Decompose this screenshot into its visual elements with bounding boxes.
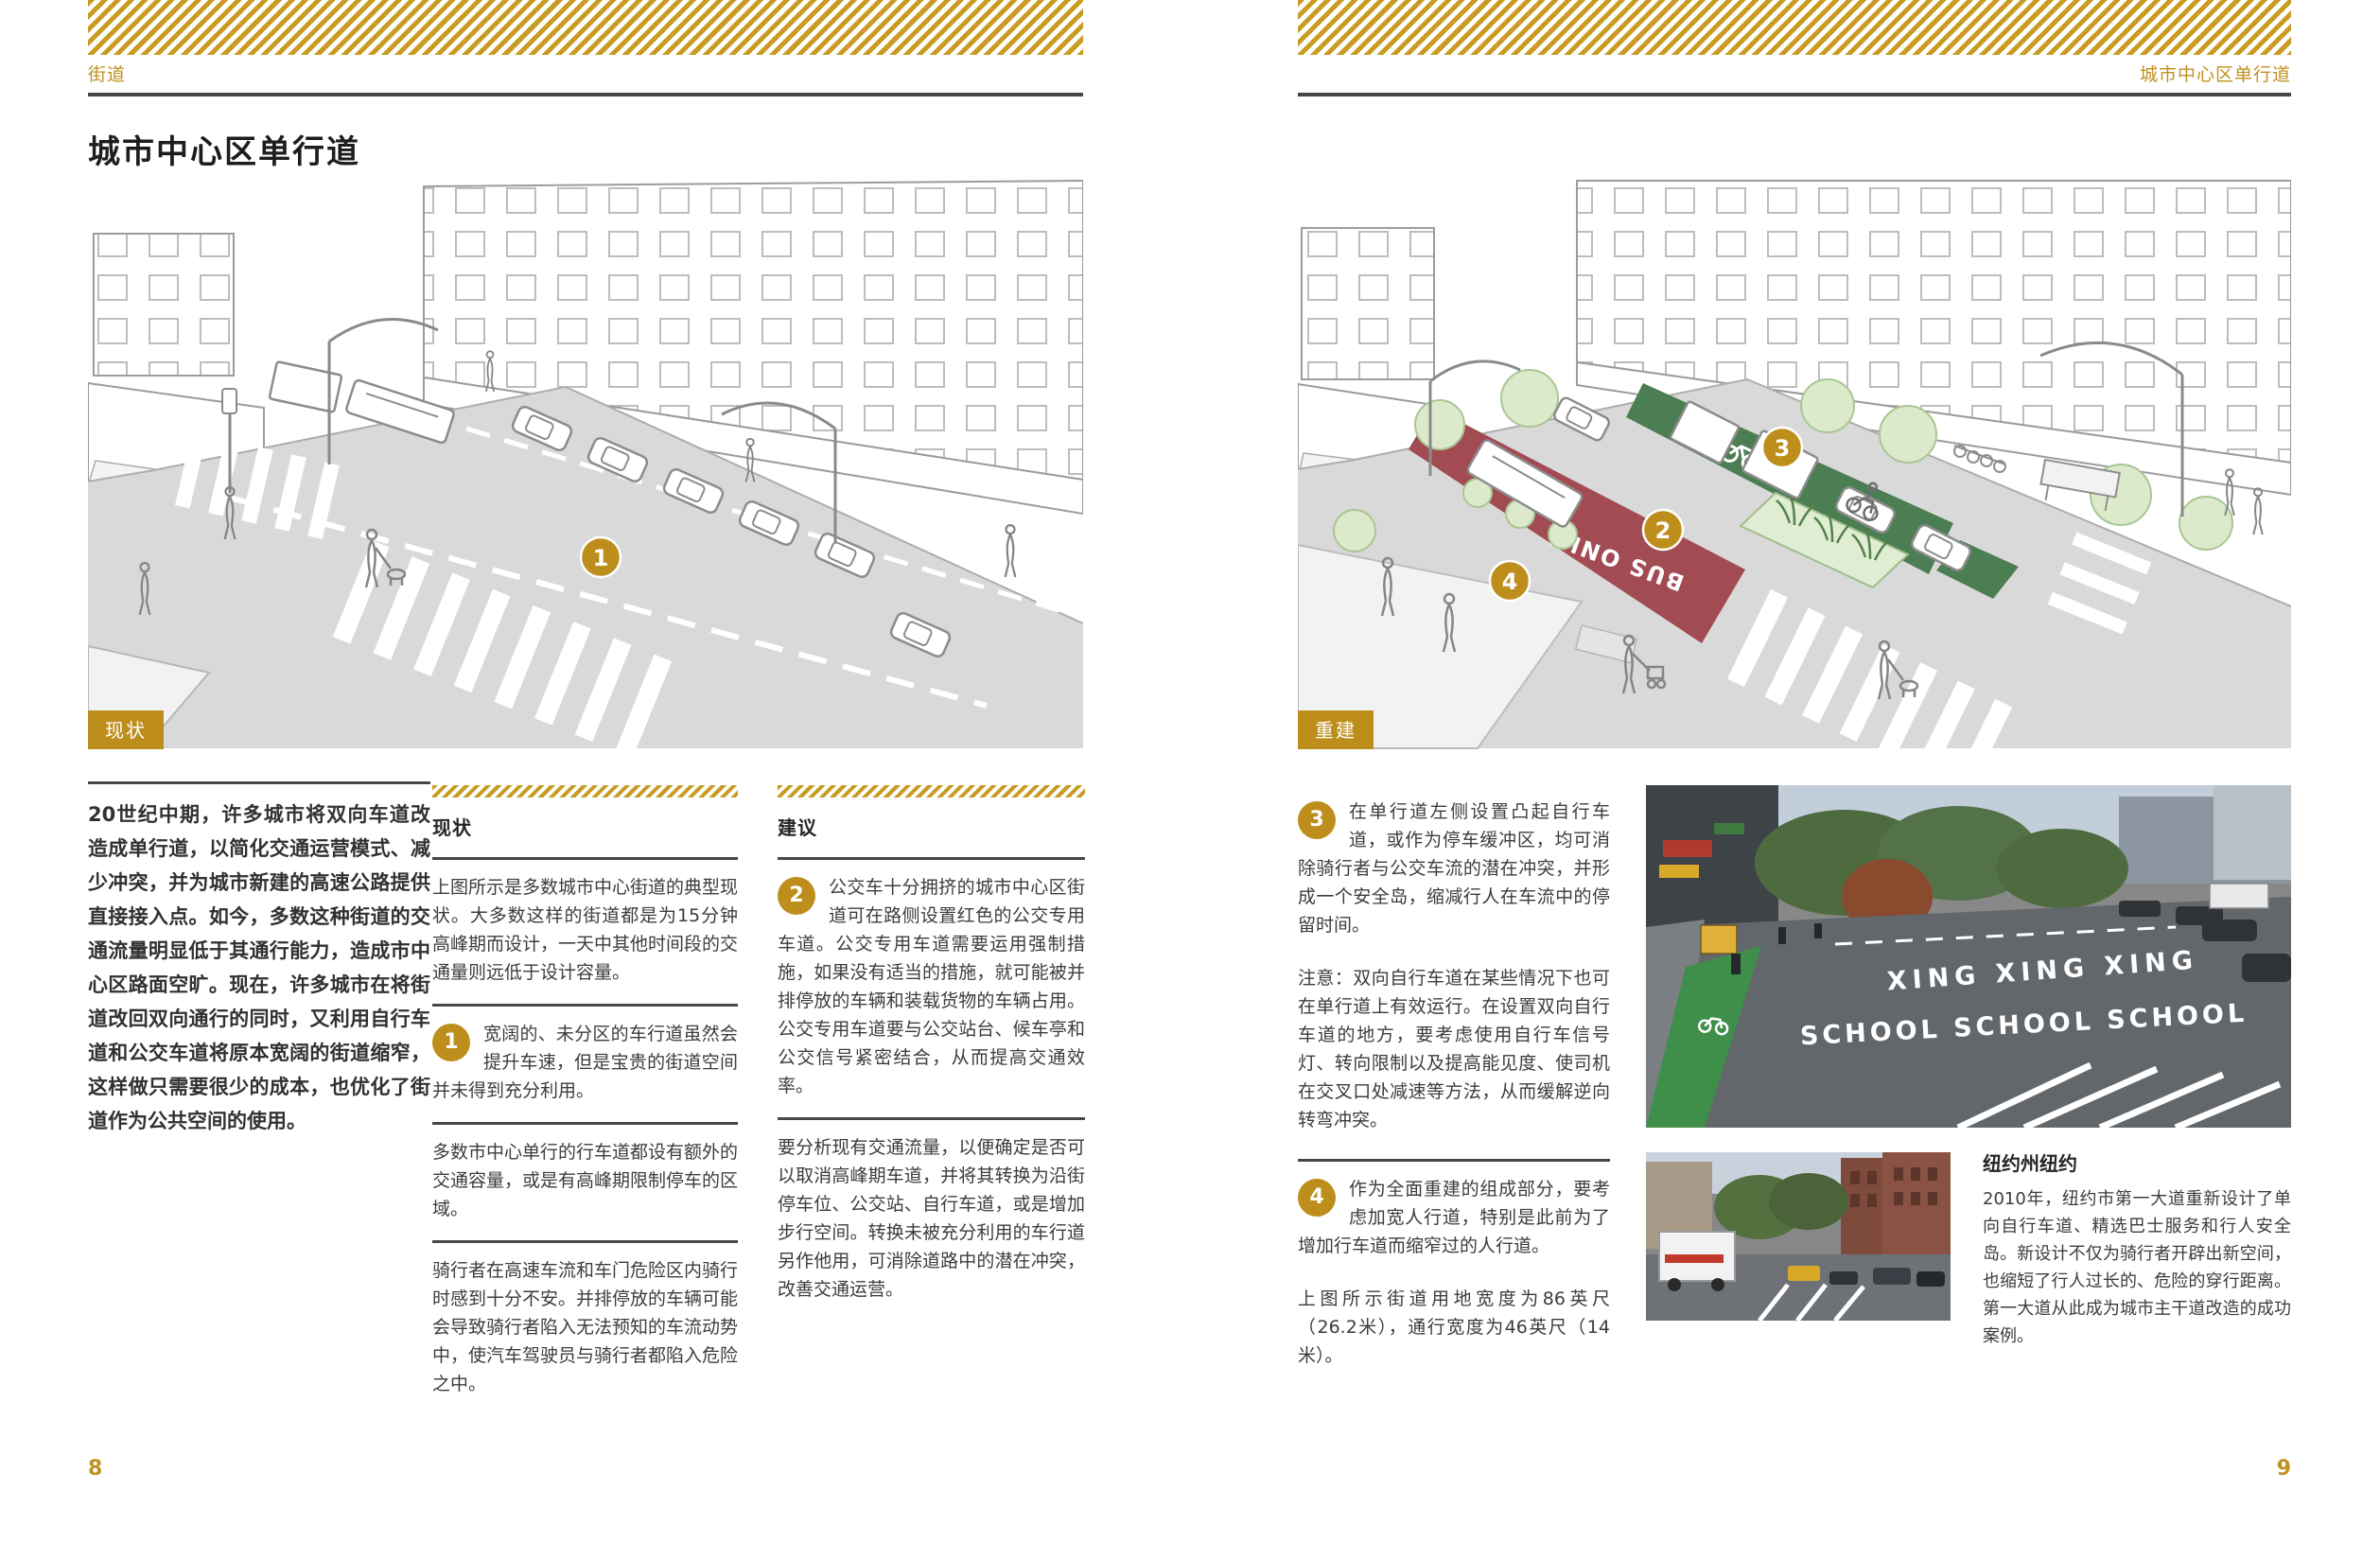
- vendor-cart: [1701, 925, 1737, 954]
- hatch-bar: [778, 785, 1085, 797]
- case-study-text: 2010年，纽约市第一大道重新设计了单向自行车道、精选巴士服务和行人安全岛。新设…: [1983, 1185, 2291, 1350]
- callout-marker-4: 4: [1490, 561, 1530, 601]
- case-study-caption: 纽约州纽约 2010年，纽约市第一大道重新设计了单向自行车道、精选巴士服务和行人…: [1983, 1148, 2291, 1350]
- guide-spread: 街道 城市中心区单行道 城市中心区单行道: [0, 0, 2380, 1542]
- recommendation-p2: 要分析现有交通流量，以便确定是否可以取消高峰期车道，并将其转换为沿街停车位、公交…: [778, 1133, 1085, 1304]
- redesign-illustration: BUS ONLY: [1298, 180, 2291, 749]
- hatch-bar: [432, 785, 738, 797]
- figure-redesign: BUS ONLY: [1298, 180, 2291, 749]
- recommendation-column: 建议 2公交车十分拥挤的城市中心区街道可在路侧设置红色的公交专用车道。公交专用车…: [778, 785, 1085, 1304]
- figure-tag-redesign: 重建: [1298, 710, 1374, 749]
- item-2-badge: 2: [778, 877, 815, 915]
- recommendation-item-2: 2公交车十分拥挤的城市中心区街道可在路侧设置红色的公交专用车道。公交专用车道需要…: [778, 873, 1085, 1100]
- taxi: [1788, 1266, 1820, 1281]
- redesign-item-4: 4作为全面重建的组成部分，要考虑加宽人行道，特别是此前为了增加行车道而缩窄过的人…: [1298, 1175, 1610, 1260]
- case-study-heading: 纽约州纽约: [1983, 1148, 2291, 1176]
- existing-p3: 骑行者在高速车流和车门危险区内骑行时感到十分不安。并排停放的车辆可能会导致骑行者…: [432, 1256, 738, 1398]
- header-rule-right: [1298, 93, 2291, 96]
- svg-text:4: 4: [1502, 569, 1518, 595]
- existing-p2: 多数市中心单行的行车道都设有额外的交通容量，或是有高峰期限制停车的区域。: [432, 1138, 738, 1223]
- existing-p1: 上图所示是多数城市中心街道的典型现状。大多数这样的街道都是为15分钟高峰期而设计…: [432, 873, 738, 987]
- striped-band-left: [88, 0, 1083, 55]
- page-number-right: 9: [1298, 1457, 2291, 1481]
- running-header-right: 城市中心区单行道: [1298, 61, 2291, 86]
- running-header-left: 街道: [88, 61, 126, 86]
- callout-marker-2: 2: [1643, 510, 1683, 550]
- svg-text:2: 2: [1655, 517, 1671, 544]
- callout-marker-3: 3: [1762, 428, 1802, 467]
- traffic-signal: [222, 389, 236, 413]
- existing-conditions-illustration: 1: [88, 180, 1083, 749]
- existing-heading: 现状: [432, 813, 738, 840]
- figure-existing-conditions: 1 现状: [88, 180, 1083, 749]
- svg-text:3: 3: [1775, 435, 1791, 462]
- intro-paragraph: 20世纪中期，许多城市将双向车道改造成单行道，以简化交通运营模式、减少冲突，并为…: [88, 797, 430, 1138]
- redesign-column: 3在单行道左侧设置凸起自行车道，或作为停车缓冲区，均可消除骑行者与公交车流的潜在…: [1298, 797, 1610, 1370]
- svg-text:1: 1: [593, 545, 609, 571]
- existing-item-1: 1宽阔的、未分区的车行道虽然会提升车速，但是宝贵的街道空间并未得到充分利用。: [432, 1020, 738, 1105]
- item-1-badge: 1: [432, 1024, 470, 1061]
- case-study-photo-first-avenue: XING XING XING SCHOOL SCHOOL SCHOOL: [1646, 785, 2291, 1128]
- item-3-badge: 3: [1298, 801, 1336, 839]
- page-number-left: 8: [88, 1457, 102, 1481]
- figure-tag-existing: 现状: [88, 710, 164, 749]
- striped-band-right: [1298, 0, 2291, 55]
- dimensions-paragraph: 上图所示街道用地宽度为86英尺（26.2米），通行宽度为46英尺（14米）。: [1298, 1285, 1610, 1370]
- callout-marker-1: 1: [581, 537, 621, 577]
- existing-column: 现状 上图所示是多数城市中心街道的典型现状。大多数这样的街道都是为15分钟高峰期…: [432, 785, 738, 1398]
- redesign-note: 注意：双向自行车道在某些情况下也可在单行道上有效运行。在设置双向自行车道的地方，…: [1298, 964, 1610, 1134]
- intro-column: 20世纪中期，许多城市将双向车道改造成单行道，以简化交通运营模式、减少冲突，并为…: [88, 781, 430, 1138]
- case-study-photo-street-view: [1646, 1152, 1951, 1321]
- item-4-badge: 4: [1298, 1179, 1336, 1217]
- header-rule-left: [88, 93, 1083, 96]
- recommendation-heading: 建议: [778, 813, 1085, 840]
- truck: [270, 361, 342, 412]
- redesign-item-3: 3在单行道左侧设置凸起自行车道，或作为停车缓冲区，均可消除骑行者与公交车流的潜在…: [1298, 797, 1610, 939]
- page-title: 城市中心区单行道: [88, 126, 360, 172]
